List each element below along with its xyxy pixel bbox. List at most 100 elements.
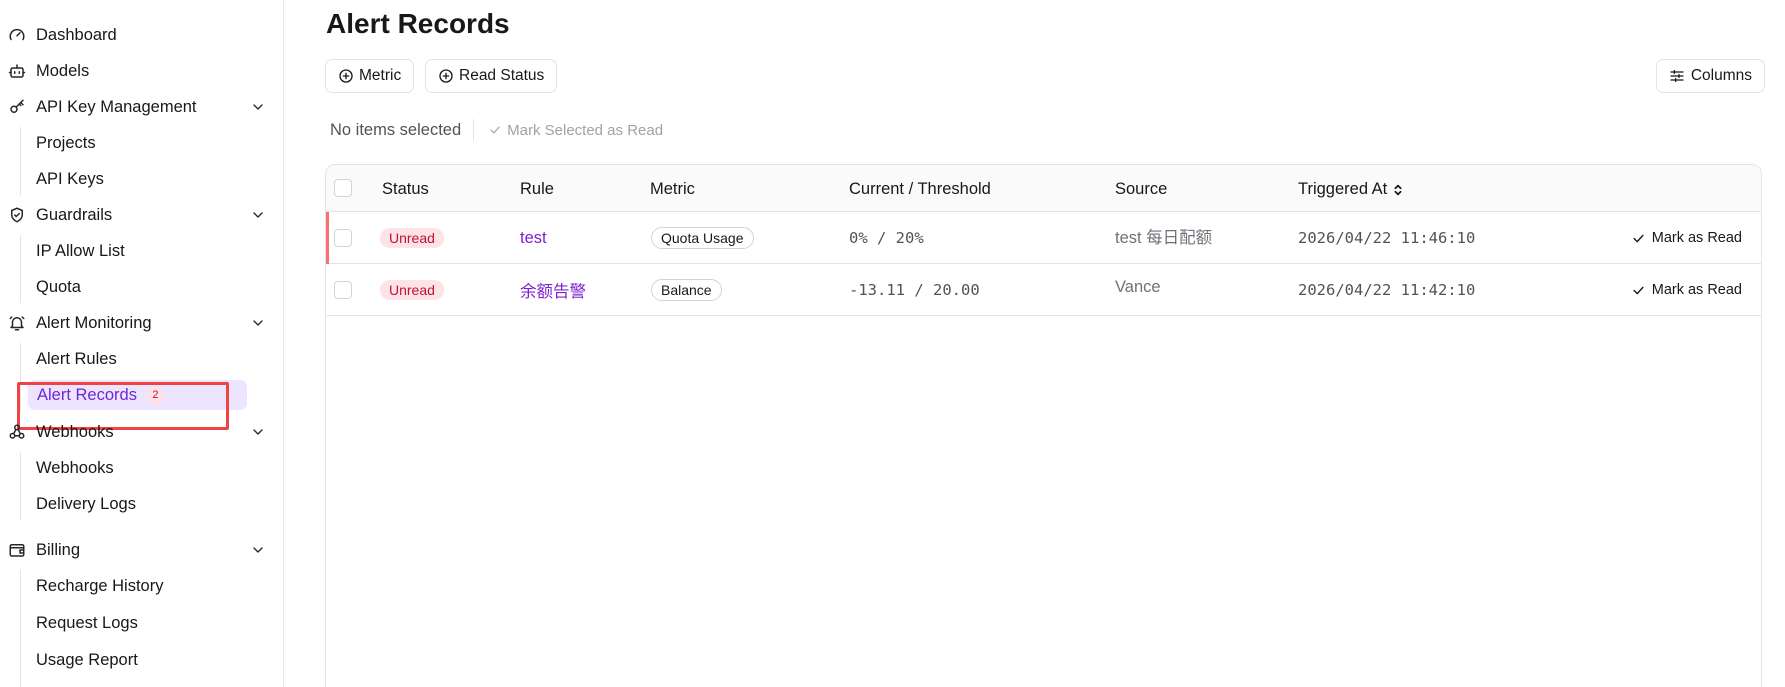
unread-count-badge: 2 (146, 386, 164, 404)
sidebar-item-billing[interactable]: Billing (8, 534, 270, 566)
sidebar-item-delivery-logs[interactable]: Delivery Logs (36, 488, 136, 520)
sidebar-item-guardrails[interactable]: Guardrails (8, 199, 270, 231)
sidebar-item-label: API Keys (36, 169, 104, 188)
sidebar-item-webhooks-group[interactable]: Webhooks (8, 416, 270, 448)
rule-cell: 余额告警 (520, 264, 586, 316)
table-row[interactable]: Unread test Quota Usage 0% / 20% test 每日… (326, 212, 1761, 264)
metric-filter-button[interactable]: Metric (325, 59, 415, 93)
webhook-icon (8, 423, 26, 441)
metric-cell: Quota Usage (651, 212, 754, 264)
rule-link[interactable]: test (520, 229, 547, 248)
alert-records-table: Status Rule Metric Current / Threshold S… (325, 164, 1762, 687)
page-title: Alert Records (326, 8, 510, 39)
source-text: test 每日配额 (1115, 228, 1213, 247)
status-badge: Unread (380, 228, 444, 248)
sidebar-item-label: Alert Records (37, 385, 137, 404)
select-all-checkbox[interactable] (334, 179, 352, 197)
status-badge: Unread (380, 280, 444, 300)
chevron-down-icon[interactable] (250, 207, 266, 223)
row-checkbox[interactable] (334, 281, 352, 299)
sidebar-item-models[interactable]: Models (8, 55, 270, 87)
check-icon (1633, 286, 1644, 294)
plus-circle-icon (339, 69, 353, 83)
triggered-at-cell: 2026/04/22 11:46:10 (1298, 229, 1476, 247)
column-header-current-threshold: Current / Threshold (849, 180, 991, 198)
sidebar-item-label: Recharge History (36, 576, 164, 595)
current-threshold-cell: 0% / 20% (849, 229, 924, 247)
sidebar-item-label: Usage Report (36, 650, 138, 669)
sidebar-item-label: Dashboard (36, 25, 117, 44)
read-status-filter-label: Read Status (459, 67, 545, 84)
sidebar-item-dashboard[interactable]: Dashboard (8, 19, 270, 51)
bot-icon (8, 62, 26, 80)
mark-as-read-button[interactable]: Mark as Read (1631, 264, 1742, 316)
mark-as-read-button[interactable]: Mark as Read (1631, 212, 1742, 264)
submenu-divider (20, 235, 21, 303)
sidebar: Dashboard Models API Key Management Proj… (0, 0, 284, 687)
sidebar-item-alert-records[interactable]: Alert Records 2 (28, 380, 247, 410)
sidebar-item-label: Quota (36, 277, 81, 296)
sliders-icon (1670, 70, 1684, 82)
mark-selected-read-button[interactable]: Mark Selected as Read (488, 122, 663, 139)
rule-cell: test (520, 212, 547, 264)
chevron-down-icon[interactable] (250, 99, 266, 115)
sidebar-item-label: Delivery Logs (36, 494, 136, 513)
column-header-triggered-at[interactable]: Triggered At (1298, 180, 1404, 199)
sidebar-item-alert-rules[interactable]: Alert Rules (36, 343, 117, 375)
columns-button[interactable]: Columns (1655, 59, 1765, 93)
column-header-source: Source (1115, 180, 1168, 198)
selection-status: No items selected (330, 120, 462, 139)
submenu-divider (20, 570, 21, 687)
sidebar-item-label: Guardrails (36, 205, 113, 224)
column-header-rule: Rule (520, 180, 554, 198)
sidebar-item-projects[interactable]: Projects (36, 127, 96, 159)
source-text: Vance (1115, 278, 1161, 296)
chevron-down-icon[interactable] (250, 542, 266, 558)
mark-as-read-label: Mark as Read (1651, 230, 1742, 246)
sidebar-item-quota[interactable]: Quota (36, 271, 81, 303)
sidebar-item-usage-report[interactable]: Usage Report (36, 644, 138, 676)
source-cell: Vance (1115, 264, 1161, 316)
sidebar-item-api-keys[interactable]: API Keys (36, 163, 104, 195)
read-status-filter-button[interactable]: Read Status (425, 59, 558, 93)
status-cell: Unread (380, 212, 444, 264)
row-checkbox[interactable] (334, 229, 352, 247)
current-threshold-cell: -13.11 / 20.00 (849, 281, 980, 299)
sidebar-item-ip-allow-list[interactable]: IP Allow List (36, 235, 125, 267)
chevron-down-icon[interactable] (250, 315, 266, 331)
submenu-divider (20, 127, 21, 195)
sidebar-item-alert-monitoring[interactable]: Alert Monitoring (8, 307, 270, 339)
selection-divider (473, 119, 475, 141)
sidebar-item-label: Webhooks (36, 422, 114, 441)
sidebar-item-recharge-history[interactable]: Recharge History (36, 570, 163, 602)
metric-cell: Balance (651, 264, 722, 316)
sidebar-item-webhooks[interactable]: Webhooks (36, 452, 114, 484)
sidebar-item-api-key-management[interactable]: API Key Management (8, 91, 270, 123)
sidebar-item-request-logs[interactable]: Request Logs (36, 607, 138, 639)
key-icon (8, 98, 26, 116)
check-icon (1633, 234, 1644, 242)
triggered-at-cell: 2026/04/22 11:42:10 (1298, 281, 1476, 299)
sidebar-item-label: Webhooks (36, 458, 114, 477)
table-header: Status Rule Metric Current / Threshold S… (326, 165, 1761, 212)
mark-as-read-label: Mark as Read (1651, 282, 1742, 298)
plus-circle-icon (439, 69, 453, 83)
columns-label: Columns (1690, 67, 1752, 84)
metric-pill: Balance (651, 279, 722, 301)
sidebar-item-label: Models (36, 61, 90, 80)
metric-filter-label: Metric (359, 67, 402, 84)
metric-pill: Quota Usage (651, 227, 754, 249)
chevron-down-icon[interactable] (250, 424, 266, 440)
table-row[interactable]: Unread 余额告警 Balance -13.11 / 20.00 Vance… (326, 264, 1761, 316)
wallet-icon (8, 541, 26, 559)
column-header-status: Status (382, 180, 429, 198)
source-cell: test 每日配额 (1115, 212, 1212, 264)
sidebar-item-label: IP Allow List (36, 241, 125, 260)
sidebar-item-label: Alert Rules (36, 349, 117, 368)
main-content: Alert Records Metric Read Status Columns… (284, 0, 1785, 687)
sidebar-item-label: Alert Monitoring (36, 313, 152, 332)
sidebar-item-label: Billing (36, 540, 81, 559)
bell-ring-icon (8, 314, 26, 332)
submenu-divider (20, 343, 21, 411)
rule-link[interactable]: 余额告警 (520, 278, 586, 302)
